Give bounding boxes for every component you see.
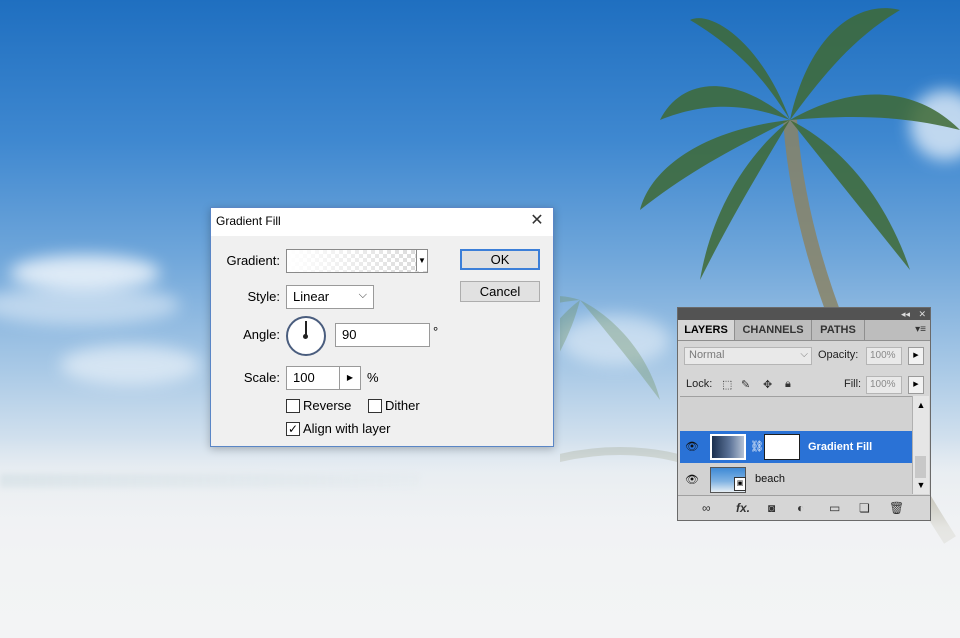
- new-layer-icon[interactable]: ❏: [859, 501, 870, 515]
- reverse-checkbox[interactable]: [286, 399, 300, 413]
- panel-top-bar: ◂◂ ✕: [678, 308, 930, 320]
- scroll-thumb[interactable]: [915, 456, 926, 478]
- fill-value: 100%: [870, 379, 896, 390]
- style-label: Style:: [247, 289, 280, 304]
- layers-scrollbar[interactable]: ▲ ▼: [912, 396, 929, 494]
- layer-row-gradient-fill[interactable]: 👁︎ ⛓ Gradient Fill: [680, 431, 912, 463]
- chevron-down-icon: ⌵: [800, 349, 808, 360]
- scale-input[interactable]: 100: [286, 366, 340, 390]
- dialog-title-bar: Gradient Fill ✕: [211, 208, 553, 236]
- layers-panel: ◂◂ ✕ LAYERS CHANNELS PATHS ▾≡ Normal ⌵ O…: [677, 307, 931, 521]
- opacity-value: 100%: [870, 350, 896, 361]
- dialog-title: Gradient Fill: [216, 214, 281, 228]
- trash-icon[interactable]: 🗑︎: [889, 501, 904, 515]
- lock-all-icon[interactable]: 🔒︎: [785, 378, 791, 391]
- collapse-icon[interactable]: ◂◂: [901, 308, 910, 320]
- scale-unit: %: [367, 370, 379, 385]
- visibility-eye-icon[interactable]: 👁︎: [685, 473, 699, 486]
- scroll-up-icon[interactable]: ▲: [913, 400, 929, 410]
- panel-footer: ∞ fx. ◙ ◐ ▭ ❏ 🗑︎: [678, 495, 930, 520]
- opacity-arrow-icon[interactable]: ▶: [908, 347, 924, 365]
- reverse-label: Reverse: [303, 398, 352, 413]
- lock-transparency-icon[interactable]: ⬚: [722, 378, 732, 391]
- tab-layers[interactable]: LAYERS: [678, 320, 735, 340]
- chevron-down-icon: ⌵: [358, 289, 367, 301]
- fill-label: Fill:: [844, 378, 862, 390]
- dither-checkbox[interactable]: [368, 399, 382, 413]
- lock-label: Lock:: [686, 378, 713, 390]
- mask-link-icon[interactable]: ⛓: [750, 440, 764, 453]
- layer-name: beach: [755, 473, 785, 485]
- scale-label: Scale:: [243, 370, 280, 385]
- cancel-button[interactable]: Cancel: [460, 281, 540, 302]
- tab-paths[interactable]: PATHS: [812, 320, 865, 340]
- fill-field[interactable]: 100%: [866, 376, 902, 394]
- angle-input[interactable]: 90: [335, 323, 430, 347]
- gradient-dropdown-arrow-icon[interactable]: ▼: [416, 250, 427, 271]
- smart-object-icon: ▣: [734, 477, 746, 491]
- scale-value: 100: [293, 370, 315, 385]
- angle-unit: °: [433, 324, 439, 339]
- gradient-fill-dialog: Gradient Fill ✕ Gradient: ▼ Style: Linea…: [210, 207, 554, 447]
- layer-name: Gradient Fill: [808, 441, 873, 453]
- opacity-label: Opacity:: [818, 349, 859, 361]
- cloud: [60, 345, 200, 385]
- opacity-field[interactable]: 100%: [866, 347, 902, 365]
- style-value: Linear: [293, 289, 330, 304]
- angle-label: Angle:: [243, 327, 280, 342]
- lock-brush-icon[interactable]: ✎: [741, 378, 750, 391]
- gradient-thumbnail: [710, 434, 746, 460]
- layer-mask-thumbnail[interactable]: [764, 434, 800, 460]
- scroll-down-icon[interactable]: ▼: [913, 480, 929, 490]
- new-group-icon[interactable]: ▭: [829, 501, 840, 515]
- style-select[interactable]: Linear ⌵: [286, 285, 374, 309]
- link-layers-icon[interactable]: ∞: [702, 501, 711, 515]
- adjustment-layer-icon[interactable]: ◐: [797, 501, 804, 515]
- layer-row-beach[interactable]: 👁︎ ▣ beach: [680, 464, 912, 496]
- gradient-label: Gradient:: [226, 253, 280, 268]
- close-icon[interactable]: ✕: [529, 212, 545, 230]
- add-mask-icon[interactable]: ◙: [768, 501, 775, 515]
- angle-center-dot: [303, 334, 308, 339]
- panel-menu-icon[interactable]: ▾≡: [915, 324, 926, 335]
- lock-move-icon[interactable]: ✥: [763, 378, 772, 391]
- scale-stepper-arrow-icon[interactable]: ▶: [339, 366, 361, 390]
- fx-icon[interactable]: fx.: [736, 501, 750, 515]
- close-panel-icon[interactable]: ✕: [918, 308, 926, 320]
- visibility-eye-icon[interactable]: 👁︎: [685, 440, 699, 453]
- panel-tabs: LAYERS CHANNELS PATHS ▾≡: [678, 320, 930, 341]
- ok-button[interactable]: OK: [460, 249, 540, 270]
- layers-list: 👁︎ ⛓ Gradient Fill 👁︎ ▣ beach: [680, 396, 912, 495]
- blend-mode-select[interactable]: Normal ⌵: [684, 347, 812, 365]
- blend-mode-value: Normal: [689, 349, 725, 361]
- dither-label: Dither: [385, 398, 420, 413]
- gradient-preview[interactable]: [286, 249, 428, 273]
- align-with-layer-checkbox[interactable]: ✓: [286, 422, 300, 436]
- fill-arrow-icon[interactable]: ▶: [908, 376, 924, 394]
- tab-channels[interactable]: CHANNELS: [735, 320, 812, 340]
- cloud: [0, 285, 180, 325]
- align-with-layer-label: Align with layer: [303, 421, 391, 436]
- angle-value: 90: [342, 327, 357, 342]
- angle-dial[interactable]: [286, 316, 326, 356]
